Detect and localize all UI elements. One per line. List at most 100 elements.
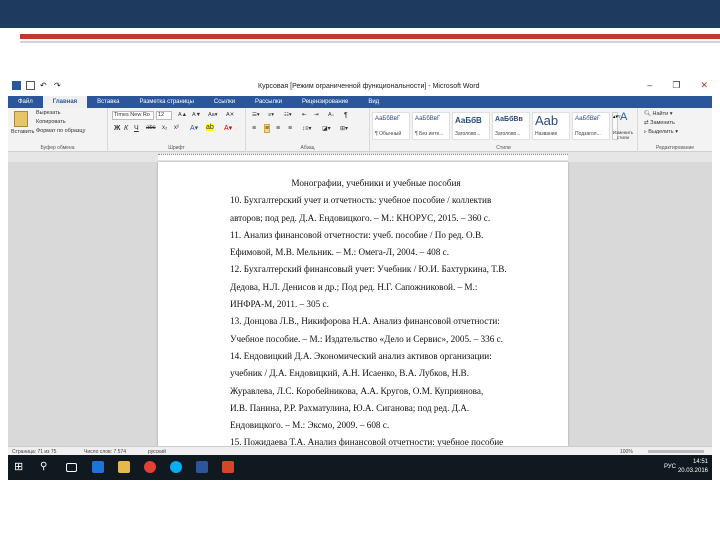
tab-references[interactable]: Ссылки [204,96,245,108]
bullets-icon[interactable]: ☰▾ [252,112,260,118]
taskbar: ⊞ ⚲ РУС 14:51 20.03.2016 [8,455,712,480]
align-left-icon[interactable]: ≡ [252,125,256,132]
ribbon: Вставить Вырезать Копировать Формат по о… [8,108,712,152]
text-line: 10. Бухгалтерский учет и отчетность: уче… [230,195,492,206]
underline-icon[interactable]: Ч [134,125,139,132]
line-spacing-icon[interactable]: ↕≡▾ [302,125,312,132]
find-label: Найти [652,111,669,117]
font-size-select[interactable]: 12 [156,111,172,120]
keyboard-language[interactable]: РУС [664,464,676,470]
tab-home[interactable]: Главная [42,96,88,108]
save-icon[interactable] [26,81,35,90]
style-sample: АаБбВвГ [415,116,441,122]
text-line: Ендовицкого. – М.: Эксмо, 2009. – 608 с. [230,420,390,431]
style-name: ¶ Обычный [375,131,402,137]
font-name-select[interactable]: Times New Ro [112,111,154,120]
replace-button[interactable]: ⇄ Заменить [644,120,675,126]
horizontal-ruler[interactable] [8,152,712,162]
undo-icon[interactable]: ↶ [40,81,49,90]
style-normal[interactable]: АаБбВвГ ¶ Обычный [372,112,410,140]
redo-icon[interactable]: ↷ [54,81,63,90]
multilevel-list-icon[interactable]: ☷▾ [284,112,292,118]
align-center-icon[interactable]: ≡ [264,124,271,133]
skype-icon[interactable] [170,461,182,473]
show-marks-icon[interactable]: ¶ [344,112,348,119]
document-page[interactable]: Монографии, учебники и учебные пособия 1… [158,162,568,446]
paragraph-group-label: Абзац [300,145,315,151]
system-clock[interactable]: 14:51 20.03.2016 [678,458,708,476]
tab-insert[interactable]: Вставка [87,96,129,108]
tab-mailings[interactable]: Рассылки [245,96,292,108]
task-view-icon[interactable] [66,463,77,472]
title-bar: ↶ ↷ Курсовая [Режим ограниченной функцио… [8,78,712,96]
tab-review[interactable]: Рецензирование [292,96,358,108]
style-sample: АаБбВв [495,116,523,123]
word-taskbar-icon[interactable] [196,461,208,473]
style-heading-2[interactable]: АаБбВв Заголово... [492,112,530,140]
shrink-font-icon[interactable]: A▼ [192,112,201,118]
align-right-icon[interactable]: ≡ [276,125,280,132]
copy-button[interactable]: Копировать [36,119,66,125]
style-heading-1[interactable]: АаБбВ Заголово... [452,112,490,140]
word-app-icon [12,81,21,90]
text-effects-icon[interactable]: A▾ [190,124,198,132]
chrome-browser-icon[interactable] [144,461,156,473]
close-icon[interactable]: ✕ [700,80,708,91]
minimize-icon[interactable]: – [647,80,652,91]
style-name: Заголово... [455,131,481,137]
paste-button[interactable]: Вставить [11,129,34,135]
paragraph-group: ☰▾ ≡▾ ☷▾ ⇤ ⇥ A↓ ¶ ≡ ≡ ≡ ≡ ↕≡▾ ◪▾ ⊞▾ Абза… [246,108,370,152]
subscript-icon[interactable]: x₂ [162,125,167,131]
increase-indent-icon[interactable]: ⇥ [314,112,319,118]
style-title[interactable]: Aab Название [532,112,570,140]
maximize-icon[interactable]: ❐ [672,80,680,91]
justify-icon[interactable]: ≡ [288,125,292,132]
superscript-icon[interactable]: x² [174,125,179,131]
document-text[interactable]: Монографии, учебники и учебные пособия 1… [230,175,522,446]
format-painter-button[interactable]: Формат по образцу [36,128,85,134]
zoom-slider[interactable] [648,450,704,453]
quick-access-toolbar: ↶ ↷ [12,81,63,90]
style-name: Подзагол... [575,131,601,137]
bold-icon[interactable]: Ж [114,125,120,132]
highlight-icon[interactable]: ab [206,124,214,131]
clock-date: 20.03.2016 [677,468,708,474]
search-icon[interactable]: ⚲ [40,461,52,473]
text-line: Учебное пособие. – М.: Издательство «Дел… [230,333,503,344]
cut-button[interactable]: Вырезать [36,110,60,116]
grow-font-icon[interactable]: A▲ [178,112,187,118]
tab-page-layout[interactable]: Разметка страницы [129,96,203,108]
text-line: 15. Пожидаева Т.А. Анализ финансовой отч… [230,437,504,446]
find-button[interactable]: 🔍︎ Найти ▾ [644,111,673,117]
decrease-indent-icon[interactable]: ⇤ [302,112,307,118]
font-group-label: Шрифт [168,145,185,151]
borders-icon[interactable]: ⊞▾ [340,125,348,132]
sort-icon[interactable]: A↓ [328,112,334,118]
windows-start-icon[interactable]: ⊞ [14,461,26,473]
text-line: авторов; под ред. Д.А. Ендовицкого. – М.… [230,212,491,223]
text-line: И.В. Панина, Р.Р. Рахматулина, Ю.А. Сига… [230,402,470,413]
ruler-track [158,154,568,160]
text-line: Ефимовой, М.В. Мельник. – М.: Омега-Л, 2… [230,247,450,258]
change-case-icon[interactable]: Aa▾ [208,112,218,118]
tab-file[interactable]: Файл [8,96,43,108]
style-subtitle[interactable]: АаБбВвГ Подзагол... [572,112,610,140]
paste-icon[interactable] [14,111,28,127]
style-name: Заголово... [495,131,521,137]
select-button[interactable]: ▹ Выделить ▾ [644,129,678,135]
shading-icon[interactable]: ◪▾ [322,125,331,132]
change-styles-button[interactable]: Изменить стили [608,130,638,140]
numbering-icon[interactable]: ≡▾ [268,112,274,118]
change-styles-icon[interactable]: A [620,111,627,123]
italic-icon[interactable]: К [124,125,128,132]
style-no-spacing[interactable]: АаБбВвГ ¶ Без инте... [412,112,450,140]
font-color-icon[interactable]: A▾ [224,124,232,132]
powerpoint-taskbar-icon[interactable] [222,461,234,473]
tab-view[interactable]: Вид [358,96,389,108]
style-name: Название [535,131,558,137]
edge-browser-icon[interactable] [92,461,104,473]
document-title: Курсовая [Режим ограниченной функциональ… [258,83,480,90]
clear-formatting-icon[interactable]: A✕ [226,112,234,118]
file-explorer-icon[interactable] [118,461,130,473]
strikethrough-icon[interactable]: abc [146,125,156,131]
